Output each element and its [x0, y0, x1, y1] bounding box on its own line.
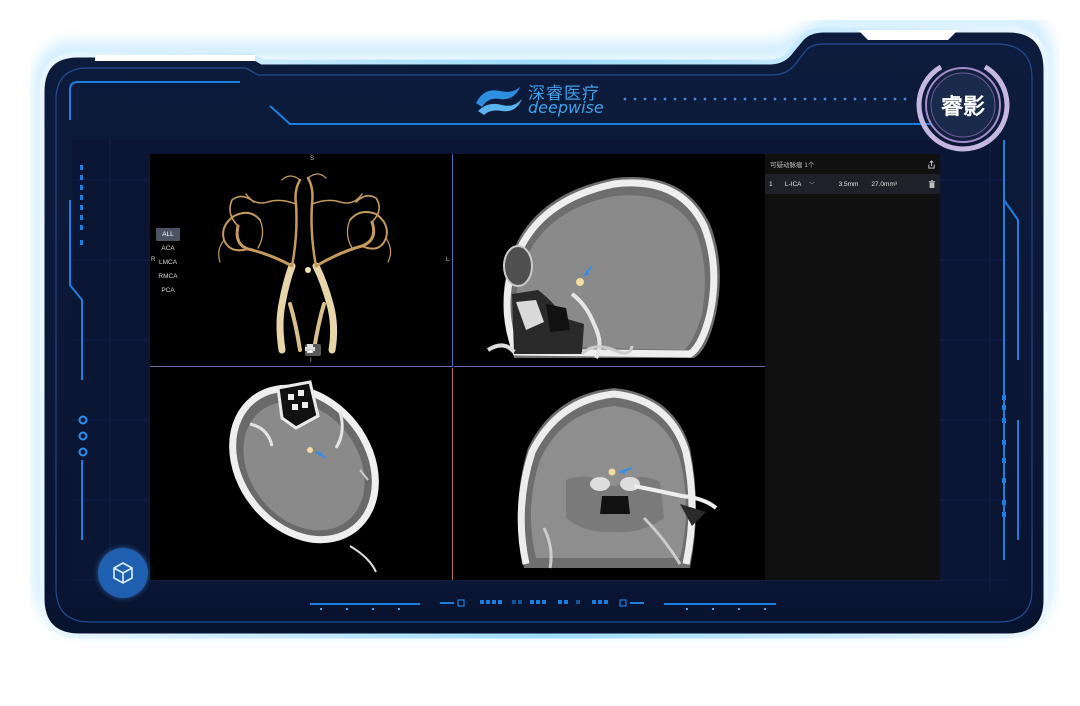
image-viewer: S I R L ALL ACA LMCA RMCA PCA: [150, 154, 765, 580]
3d-view-button[interactable]: [98, 548, 148, 598]
sagittal-ct-image: [486, 176, 720, 359]
finding-row[interactable]: 1 L-ICA ﹀ 3.5mm 27.0mm³: [765, 174, 940, 194]
vessel-filter-rmca[interactable]: RMCA: [156, 270, 180, 283]
brand-en-name: deepwise: [528, 98, 604, 117]
print-button[interactable]: [305, 344, 321, 356]
findings-panel: 可疑动脉瘤 1个 1 L-ICA ﹀ 3.5mm 27.0mm³: [765, 154, 940, 580]
orient-bottom: I: [310, 358, 312, 364]
vessel-filter-all[interactable]: ALL: [156, 228, 180, 241]
orient-top: S: [310, 156, 315, 162]
finding-index: 1: [769, 180, 773, 188]
orient-left: R: [151, 257, 156, 263]
findings-title: 可疑动脉瘤 1个: [770, 162, 815, 169]
vessel-3d-render: [218, 173, 392, 354]
vessel-filter-aca[interactable]: ACA: [156, 242, 180, 255]
deepwise-logo: 深睿医疗 deepwise: [474, 79, 614, 119]
decorative-dots: [623, 97, 907, 101]
printer-icon: [305, 344, 315, 353]
finding-size: 3.5mm: [838, 180, 859, 188]
pane-sagittal[interactable]: [454, 154, 765, 367]
coronal-ct-image: [517, 388, 718, 569]
chevron-down-icon[interactable]: ﹀: [809, 180, 839, 189]
finding-volume: 27.0mm³: [871, 180, 898, 188]
vessel-filter-pca[interactable]: PCA: [156, 284, 180, 297]
share-icon[interactable]: [927, 159, 936, 169]
vessel-filter-list: ALL ACA LMCA RMCA PCA: [156, 228, 180, 298]
axial-ct-image: [229, 380, 379, 573]
product-badge: 睿影: [916, 58, 1010, 152]
cube-icon: [113, 562, 133, 584]
wave-logo-icon: [476, 87, 522, 115]
pane-axial[interactable]: [150, 368, 453, 580]
orient-right: L: [446, 257, 450, 263]
pane-coronal[interactable]: [454, 368, 765, 580]
vessel-filter-lmca[interactable]: LMCA: [156, 256, 180, 269]
findings-header: 可疑动脉瘤 1个: [765, 154, 940, 174]
finding-location[interactable]: L-ICA: [785, 181, 809, 188]
badge-label: 睿影: [940, 95, 985, 120]
trash-icon[interactable]: [928, 180, 936, 188]
pane-3d-vessels[interactable]: S I R L ALL ACA LMCA RMCA PCA: [150, 154, 453, 367]
